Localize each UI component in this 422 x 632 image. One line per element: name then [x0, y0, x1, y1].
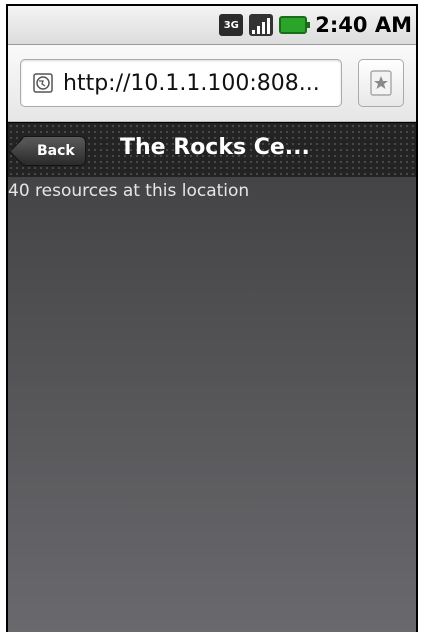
screen: 3G 2:40 AM http://10.1.1.100:808... Back…	[6, 4, 418, 632]
globe-icon	[33, 73, 53, 93]
3g-icon: 3G	[219, 14, 244, 36]
back-button[interactable]: Back	[20, 136, 86, 166]
battery-icon	[279, 16, 311, 34]
bookmark-button[interactable]	[358, 59, 404, 107]
page-header: Back The Rocks Ce...	[8, 122, 416, 178]
content-area: 40 resources at this location	[8, 177, 416, 632]
url-bar[interactable]: http://10.1.1.100:808...	[20, 59, 342, 107]
status-icons: 3G 2:40 AM	[219, 12, 412, 38]
url-text[interactable]: http://10.1.1.100:808...	[63, 71, 320, 96]
resource-count-text: 40 resources at this location	[8, 181, 250, 201]
status-bar: 3G 2:40 AM	[8, 6, 416, 45]
device-frame: 3G 2:40 AM http://10.1.1.100:808... Back…	[0, 0, 422, 632]
back-button-label: Back	[37, 143, 75, 159]
signal-icon	[249, 14, 274, 36]
status-time: 2:40 AM	[315, 13, 412, 37]
browser-toolbar: http://10.1.1.100:808...	[8, 45, 416, 122]
page-title: The Rocks Ce...	[120, 135, 310, 160]
star-bookmark-icon	[370, 70, 392, 96]
